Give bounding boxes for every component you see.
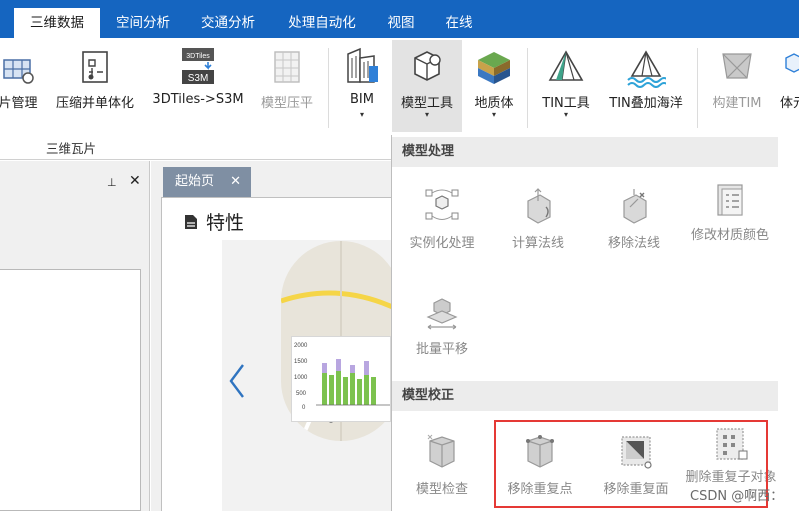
carousel-prev-icon[interactable] (227, 363, 247, 399)
3dtiles-s3m-icon: 3DTiles S3M (182, 48, 214, 84)
start-page-tab[interactable]: 起始页 ✕ (163, 167, 251, 197)
chart-tick: 0 (302, 405, 306, 411)
left-panel-list[interactable] (0, 269, 141, 511)
tin-tools-icon (548, 50, 584, 81)
chart-tick: 2000 (294, 343, 308, 349)
tab-spatial-analysis[interactable]: 空间分析 (106, 8, 180, 38)
build-tim-label: 构建TIM (712, 96, 762, 111)
tin-tools-button[interactable]: TIN工具 ▾ (534, 40, 598, 130)
left-panel-header: ⊥ ✕ (0, 170, 150, 196)
geology-body-icon (478, 52, 510, 84)
document-icon (185, 215, 197, 229)
build-tim-icon (722, 53, 752, 79)
document-area: 起始页 ✕ 特性 2000 1500 1000 500 0 (151, 161, 401, 511)
tin-ocean-button[interactable]: TIN叠加海洋 (604, 40, 688, 130)
chart-thumbnail: 2000 1500 1000 500 0 (291, 336, 391, 422)
close-tab-icon[interactable]: ✕ (230, 167, 241, 197)
3dtiles-to-s3m-button[interactable]: 3DTiles S3M 3DTiles->S3M (150, 40, 246, 130)
instancing-label: 实例化处理 (409, 236, 475, 251)
left-dock-panel: ⊥ ✕ (0, 161, 150, 511)
3dtiles-s3m-label: 3DTiles->S3M (152, 92, 244, 107)
tab-3d-data[interactable]: 三维数据 (14, 8, 100, 38)
tile-manage-icon (3, 59, 34, 84)
model-flatten-label: 模型压平 (260, 96, 313, 111)
modify-material-color-icon (717, 184, 743, 216)
close-icon[interactable]: ✕ (129, 173, 141, 189)
tin-tools-dropdown-arrow-icon: ▾ (563, 110, 568, 119)
geology-body-label: 地质体 (474, 96, 514, 111)
model-check-icon (427, 434, 455, 468)
model-tools-dropdown-arrow-icon: ▾ (424, 110, 429, 119)
chart-thumbnail-graphic: 2000 1500 1000 500 0 (294, 343, 390, 411)
voxel-label: 体元 (780, 96, 799, 111)
section-header-model-correction: 模型校正 (392, 381, 778, 411)
model-flatten-icon (274, 51, 300, 83)
s3m-icon-text: S3M (188, 73, 209, 84)
geology-dropdown-arrow-icon: ▾ (491, 110, 496, 119)
ribbon-tab-bar: 三维数据 空间分析 交通分析 处理自动化 视图 在线 (0, 0, 799, 38)
compress-monomer-label: 压缩并单体化 (55, 96, 134, 111)
ribbon-separator (527, 48, 528, 128)
tab-online[interactable]: 在线 (434, 8, 484, 38)
tin-ocean-icon (627, 50, 666, 88)
dropdown-scroll-edge (778, 135, 799, 511)
model-tools-icon (414, 51, 441, 81)
chart-tick: 500 (296, 391, 307, 397)
modify-material-color-button[interactable]: 修改材质颜色 (684, 179, 776, 269)
tile-manage-label: 片管理 (0, 96, 38, 111)
csdn-watermark: CSDN @啊西： (690, 489, 784, 504)
section-header-model-processing: 模型处理 (392, 137, 778, 167)
3dtiles-icon-text: 3DTiles (186, 53, 210, 60)
model-flatten-button[interactable]: 模型压平 (252, 40, 322, 130)
build-tim-button[interactable]: 构建TIM (704, 40, 770, 130)
chart-tick: 1500 (294, 359, 308, 365)
remove-normals-button[interactable]: 移除法线 (588, 179, 680, 259)
properties-title: 特性 (206, 212, 245, 234)
chart-tick: 1000 (294, 375, 308, 381)
compress-monomer-icon (82, 51, 108, 83)
voxel-icon (785, 53, 799, 73)
model-check-button[interactable]: 模型检查 (396, 425, 488, 505)
bim-label: BIM (350, 92, 374, 107)
batch-translate-label: 批量平移 (415, 342, 468, 357)
ribbon-separator (697, 48, 698, 128)
compute-normals-label: 计算法线 (511, 236, 564, 251)
compute-normals-button[interactable]: 计算法线 (492, 179, 584, 259)
instancing-icon (425, 189, 459, 220)
modify-material-color-label: 修改材质颜色 (690, 228, 769, 243)
tab-view[interactable]: 视图 (378, 8, 424, 38)
tab-process-automation[interactable]: 处理自动化 (276, 8, 368, 38)
model-tools-label: 模型工具 (400, 96, 453, 111)
bim-building-icon (347, 47, 378, 83)
geology-body-button[interactable]: 地质体 ▾ (466, 40, 522, 130)
start-page-tab-label: 起始页 (175, 174, 215, 189)
ribbon-group-label: 三维瓦片 (46, 141, 97, 156)
pin-icon[interactable]: ⊥ (107, 176, 117, 189)
remove-normals-icon (623, 189, 647, 224)
batch-translate-button[interactable]: 批量平移 (396, 285, 488, 365)
remove-normals-label: 移除法线 (607, 236, 660, 251)
bim-dropdown-arrow-icon: ▾ (359, 110, 364, 119)
ribbon-separator (328, 48, 329, 128)
voxel-button[interactable]: 体元 (774, 40, 799, 130)
compute-normals-icon (527, 188, 551, 224)
instancing-button[interactable]: 实例化处理 (396, 179, 488, 259)
tin-tools-label: TIN工具 (542, 96, 590, 111)
bim-button[interactable]: BIM ▾ (336, 40, 388, 130)
model-tools-button[interactable]: 模型工具 ▾ (392, 40, 462, 132)
tile-manage-button[interactable]: 片管理 (0, 40, 46, 130)
tin-ocean-label: TIN叠加海洋 (609, 96, 683, 111)
model-check-label: 模型检查 (415, 482, 468, 497)
compress-monomer-button[interactable]: 压缩并单体化 (50, 40, 140, 130)
batch-translate-icon (426, 298, 458, 330)
tab-traffic-analysis[interactable]: 交通分析 (190, 8, 266, 38)
